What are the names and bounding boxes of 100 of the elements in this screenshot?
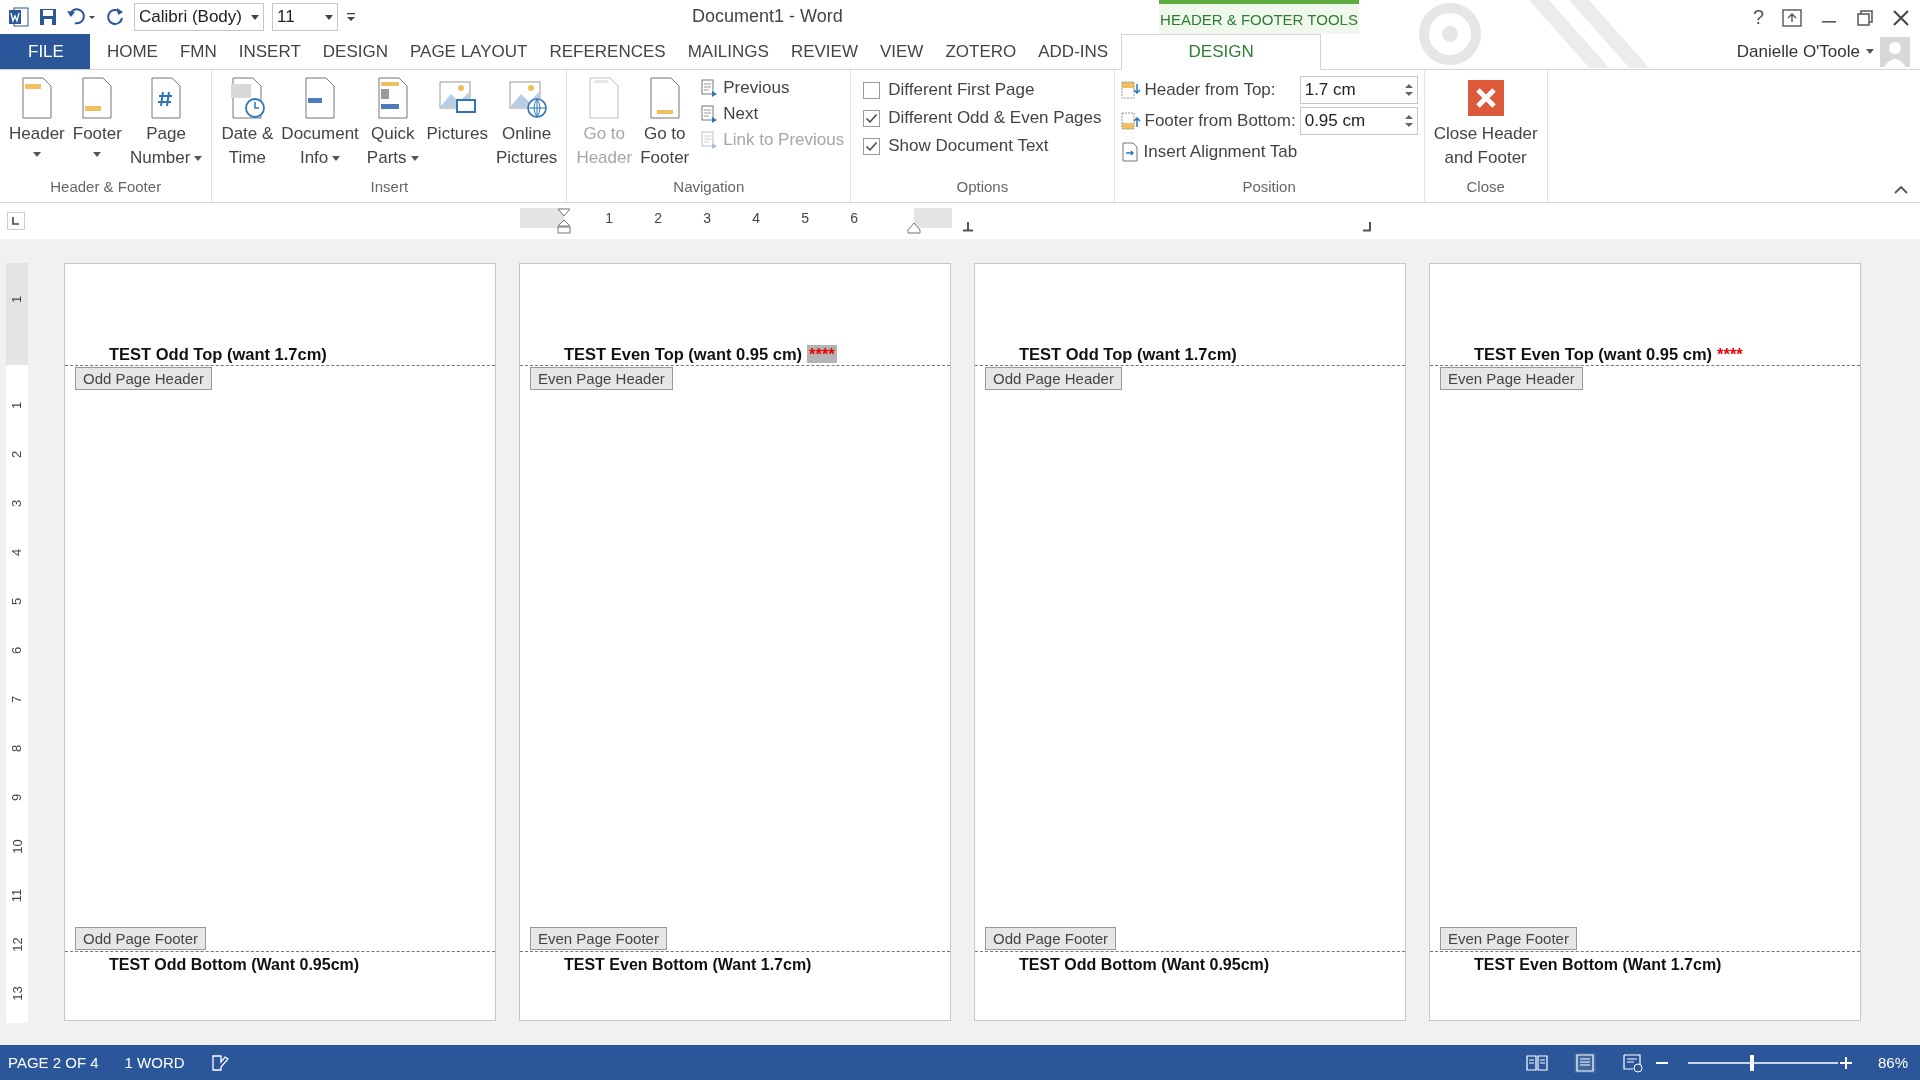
ribbon-group: Different First Page Different Odd & Even Pages Show Document Text Options <box>851 70 1115 202</box>
ribbon-tab[interactable]: FMN <box>168 34 228 69</box>
checkbox[interactable] <box>863 109 881 127</box>
web-layout-icon[interactable] <box>1621 1052 1644 1073</box>
user-name[interactable]: Danielle O'Toole <box>1736 41 1860 62</box>
restore-icon[interactable] <box>1856 8 1874 27</box>
ribbon-button[interactable]: Go to Footer <box>637 74 693 172</box>
ribbon-tab[interactable]: VIEW <box>868 34 935 69</box>
ribbon-button[interactable]: Quick Parts <box>363 74 422 172</box>
checkbox-label[interactable]: Different Odd & Even Pages <box>888 108 1102 128</box>
spin-field[interactable]: 1.7 cm <box>1299 76 1418 104</box>
header-text[interactable]: TEST Even Top (want 0.95 cm) **** <box>1474 345 1743 364</box>
collapse-ribbon-icon[interactable] <box>1894 185 1908 194</box>
tab-stop-icon[interactable] <box>962 222 974 232</box>
page-count[interactable]: PAGE 2 OF 4 <box>8 1054 99 1071</box>
ribbon-button[interactable]: Header <box>6 74 68 159</box>
word-logo-icon <box>8 6 30 28</box>
margin-arrow-icon <box>1120 81 1141 99</box>
font-size-dropdown[interactable]: 11 <box>272 3 338 31</box>
ribbon-group: Date & Time Document Info Quick Parts Pictures Online Pictures Insert <box>212 70 568 202</box>
field-label: Header from Top: <box>1144 80 1276 100</box>
footer-tag: Odd Page Footer <box>75 927 207 950</box>
ribbon-tab[interactable]: MAILINGS <box>676 34 780 69</box>
vertical-ruler: 1 1 2 3 4 5 6 7 8 9 10 11 12 13 <box>6 263 28 1023</box>
undo-icon[interactable] <box>66 7 96 27</box>
footer-text[interactable]: TEST Even Bottom (Want 1.7cm) <box>1474 956 1722 974</box>
ribbon-button[interactable]: Document Info <box>278 74 362 172</box>
word-count[interactable]: 1 WORD <box>124 1054 185 1071</box>
ribbon-button[interactable]: Footer <box>69 74 125 159</box>
caret-icon <box>332 155 341 161</box>
save-icon[interactable] <box>38 7 58 27</box>
tab-stop-icon[interactable] <box>1362 222 1372 232</box>
file-tab[interactable]: FILE <box>0 34 90 69</box>
zoom-level[interactable]: 86% <box>1877 1054 1908 1071</box>
caret-icon <box>32 152 41 157</box>
ribbon-button[interactable]: Online Pictures <box>492 74 561 172</box>
indent-marker-icon[interactable] <box>557 208 571 234</box>
header-tag: Even Page Header <box>530 367 673 390</box>
read-mode-icon[interactable] <box>1525 1053 1548 1072</box>
ribbon-tab[interactable]: PAGE LAYOUT <box>398 34 539 69</box>
tab-selector-icon[interactable] <box>7 212 25 230</box>
footer-tag: Odd Page Footer <box>985 927 1117 950</box>
header-text[interactable]: TEST Odd Top (want 1.7cm) <box>1019 345 1237 364</box>
ribbon-display-icon[interactable] <box>1782 8 1802 27</box>
font-dropdown[interactable]: Calibri (Body) <box>134 3 264 31</box>
close-icon[interactable] <box>1892 8 1910 27</box>
caret-icon <box>194 155 203 161</box>
ribbon-tab[interactable]: DESIGN <box>1121 34 1322 70</box>
ribbon-button[interactable]: Pictures <box>423 74 491 148</box>
ribbon-tab[interactable]: INSERT <box>227 34 312 69</box>
ribbon-tab[interactable]: ADD-INS <box>1027 34 1120 69</box>
footer-text[interactable]: TEST Odd Bottom (Want 0.95cm) <box>1019 956 1270 974</box>
ribbon-group: Header from Top: 1.7 cm Footer from Bottom: 0.95 cm Insert Alignment Tab Position <box>1114 70 1425 202</box>
ruler-margin <box>914 208 952 228</box>
ribbon-button[interactable]: Close Header and Footer <box>1430 74 1541 172</box>
zoom-slider-thumb[interactable] <box>1750 1054 1755 1071</box>
ribbon-tab[interactable]: ZOTERO <box>934 34 1028 69</box>
ribbon-tab[interactable]: REFERENCES <box>538 34 677 69</box>
caret-icon <box>325 14 333 20</box>
ribbon-button[interactable]: Page Number <box>126 74 206 172</box>
ribbon-tab[interactable]: DESIGN <box>311 34 399 69</box>
footer-tag: Even Page Footer <box>1440 927 1577 950</box>
margin-arrow-icon <box>1120 112 1141 130</box>
right-indent-marker-icon[interactable] <box>907 222 921 234</box>
ribbon-button[interactable]: Insert Alignment Tab <box>1120 142 1418 162</box>
print-layout-icon[interactable] <box>1573 1052 1596 1073</box>
spinner-arrows-icon <box>1404 83 1413 97</box>
footer-text[interactable]: TEST Odd Bottom (Want 0.95cm) <box>109 956 360 974</box>
ribbon-tab[interactable]: HOME <box>95 34 169 69</box>
spinner-arrows-icon <box>1404 114 1413 128</box>
ribbon-button[interactable]: Previous <box>700 78 845 98</box>
checkbox[interactable] <box>863 81 881 99</box>
header-text[interactable]: TEST Even Top (want 0.95 cm) **** <box>564 345 837 364</box>
redo-icon[interactable] <box>104 6 126 28</box>
help-button[interactable]: ? <box>1752 6 1764 29</box>
ribbon-tab[interactable]: REVIEW <box>779 34 869 69</box>
header-tag: Odd Page Header <box>985 367 1122 390</box>
field-label: Footer from Bottom: <box>1144 111 1296 131</box>
page-arrow-icon <box>700 79 719 97</box>
page-arrow-icon <box>700 105 719 123</box>
checkbox-label[interactable]: Show Document Text <box>888 136 1049 156</box>
ribbon-button[interactable]: Next <box>700 104 845 124</box>
caret-icon <box>410 155 419 161</box>
ribbon-button[interactable]: Date & Time <box>218 74 277 172</box>
zoom-in-icon[interactable] <box>1839 1056 1852 1069</box>
header-text[interactable]: TEST Odd Top (want 1.7cm) <box>109 345 327 364</box>
header-tag: Even Page Header <box>1440 367 1583 390</box>
ribbon-group: Header Footer Page Number Header & Footer <box>0 70 213 202</box>
checkbox[interactable] <box>863 137 881 155</box>
customize-caret-icon[interactable] <box>346 11 356 23</box>
checkbox-label[interactable]: Different First Page <box>888 80 1035 100</box>
contextual-tab-label: HEADER & FOOTER TOOLS <box>1159 0 1359 34</box>
spin-field[interactable]: 0.95 cm <box>1299 107 1418 135</box>
footer-text[interactable]: TEST Even Bottom (Want 1.7cm) <box>564 956 812 974</box>
tab-page-icon <box>1120 142 1139 162</box>
header-tag: Odd Page Header <box>75 367 212 390</box>
footer-tag: Even Page Footer <box>530 927 667 950</box>
ruler-margin <box>520 208 564 228</box>
caret-icon[interactable] <box>1866 49 1874 54</box>
proofing-icon[interactable] <box>210 1053 231 1072</box>
